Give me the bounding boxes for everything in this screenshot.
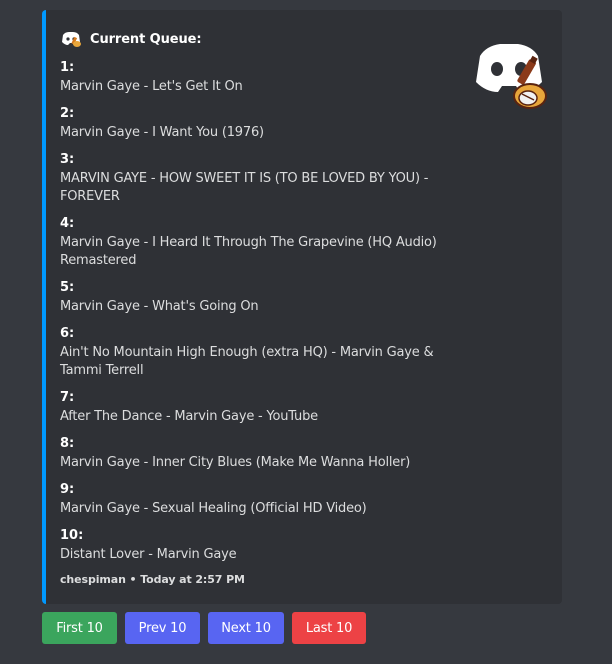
queue-item-number: 6: bbox=[60, 326, 75, 341]
queue-item-title: Ain't No Mountain High Enough (extra HQ)… bbox=[60, 345, 434, 378]
queue-item-number: 5: bbox=[60, 280, 75, 295]
queue-item-title: MARVIN GAYE - HOW SWEET IT IS (TO BE LOV… bbox=[60, 171, 429, 204]
queue-item-title: Marvin Gaye - Sexual Healing (Official H… bbox=[60, 501, 367, 516]
embed-author-name: Current Queue: bbox=[90, 31, 202, 47]
first-10-button[interactable]: First 10 bbox=[42, 612, 117, 644]
queue-item-number: 8: bbox=[60, 436, 75, 451]
queue-item-title: Marvin Gaye - Let's Get It On bbox=[60, 79, 243, 94]
last-10-button[interactable]: Last 10 bbox=[292, 612, 366, 644]
queue-item-number: 10: bbox=[60, 528, 84, 543]
queue-item-title: Marvin Gaye - Inner City Blues (Make Me … bbox=[60, 455, 411, 470]
prev-10-button[interactable]: Prev 10 bbox=[125, 612, 200, 644]
queue-item-title: Distant Lover - Marvin Gaye bbox=[60, 547, 237, 562]
embed-author: Current Queue: bbox=[60, 30, 202, 48]
queue-item-title: Marvin Gaye - What's Going On bbox=[60, 299, 259, 314]
embed-footer: chespiman • Today at 2:57 PM bbox=[60, 573, 245, 586]
queue-item-title: Marvin Gaye - I Heard It Through The Gra… bbox=[60, 235, 437, 268]
queue-item-number: 3: bbox=[60, 152, 75, 167]
queue-item-number: 1: bbox=[60, 60, 75, 75]
queue-item-number: 9: bbox=[60, 482, 75, 497]
queue-item-number: 4: bbox=[60, 216, 75, 231]
next-10-button[interactable]: Next 10 bbox=[208, 612, 284, 644]
discord-bot-icon bbox=[62, 32, 81, 47]
queue-embed: Current Queue: 1: Marvin Gaye - Let's Ge… bbox=[42, 10, 562, 604]
queue-item-title: After The Dance - Marvin Gaye - YouTube bbox=[60, 409, 318, 424]
queue-item-number: 7: bbox=[60, 390, 75, 405]
discord-bot-thumbnail-icon bbox=[476, 44, 547, 109]
queue-item-number: 2: bbox=[60, 106, 75, 121]
queue-item-title: Marvin Gaye - I Want You (1976) bbox=[60, 125, 264, 140]
